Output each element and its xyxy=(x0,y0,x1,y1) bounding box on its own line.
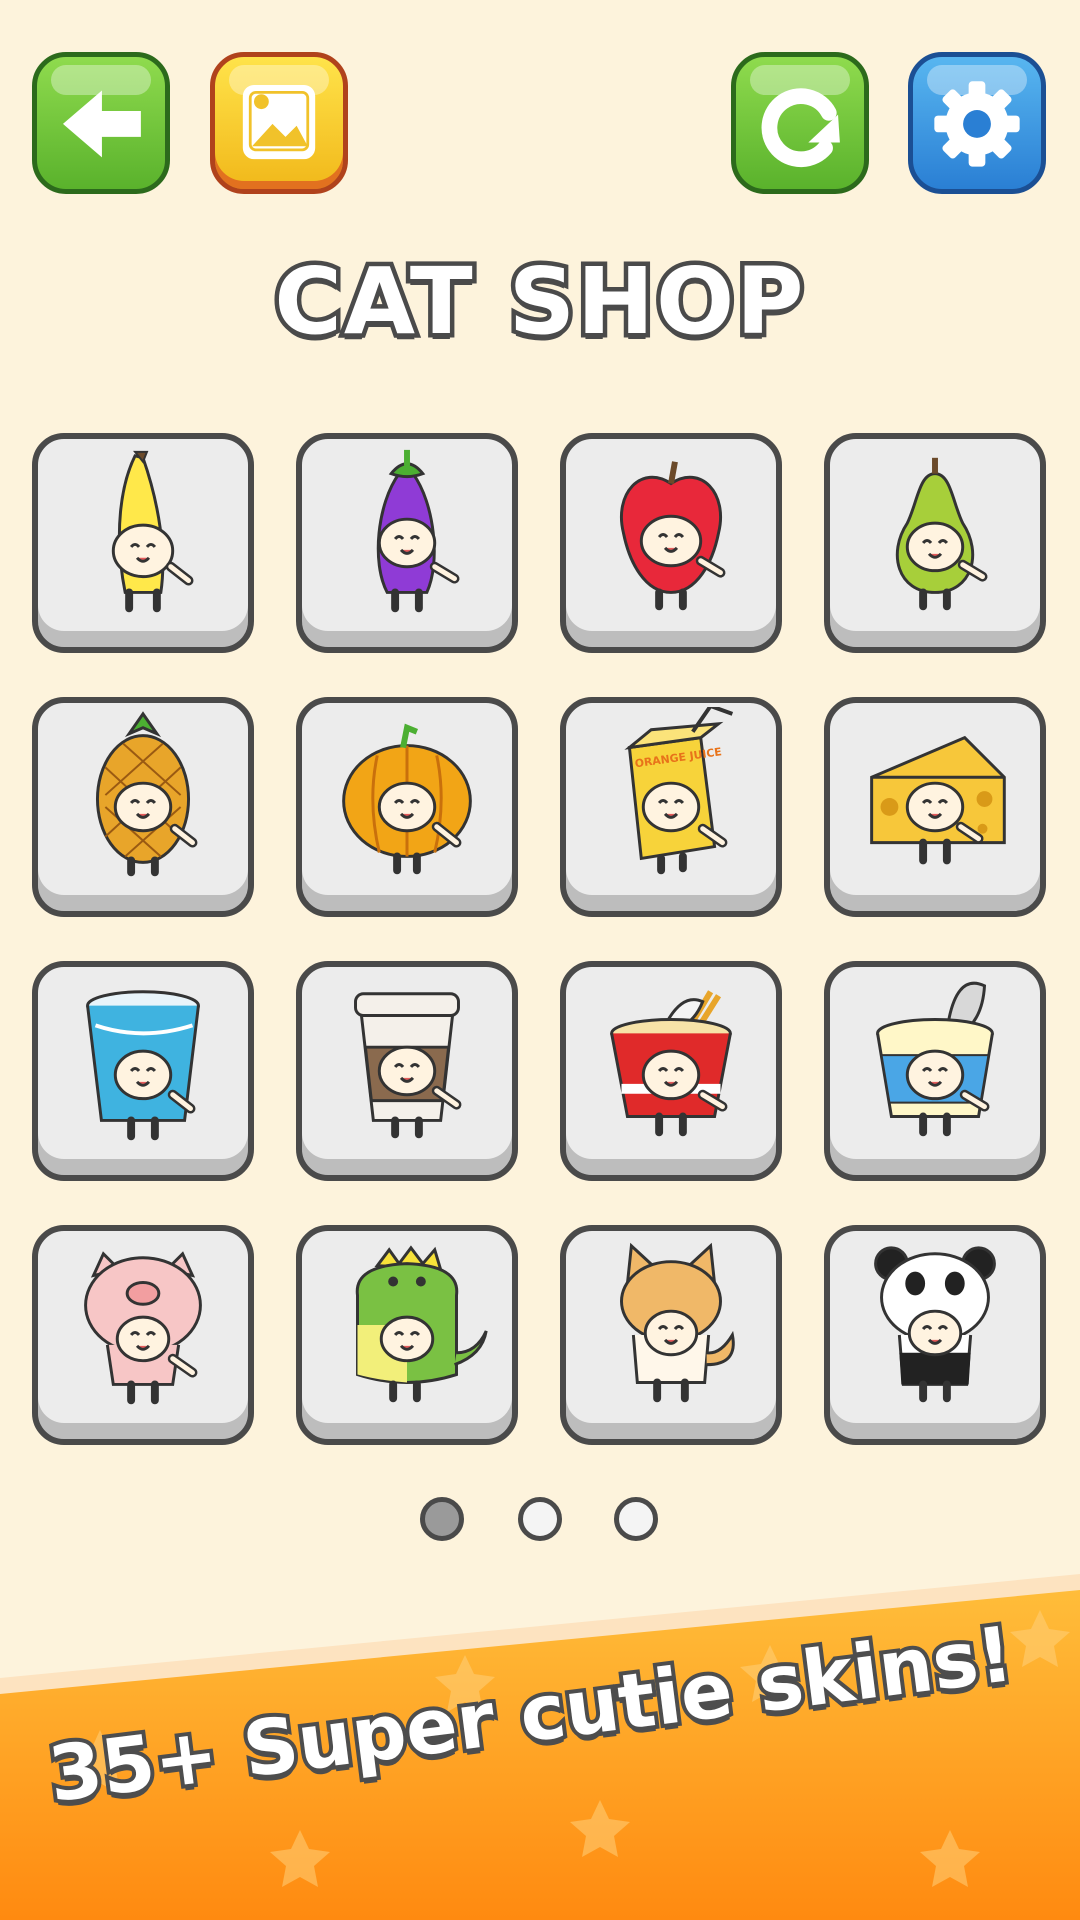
skin-tile-pear[interactable] xyxy=(824,433,1046,653)
soda-cup-cat-icon xyxy=(86,990,200,1141)
skin-tile-dragon[interactable] xyxy=(296,1225,518,1445)
shiba-cat-icon xyxy=(620,1242,735,1403)
skin-tile-pig[interactable] xyxy=(32,1225,254,1445)
pig-cat-icon xyxy=(84,1251,202,1405)
page-dot-1[interactable] xyxy=(420,1497,464,1541)
back-button[interactable] xyxy=(32,52,170,194)
apple-cat-icon xyxy=(620,461,726,611)
gear-icon xyxy=(934,81,1020,167)
pineapple-cat-icon xyxy=(95,711,198,877)
skin-tile-shiba[interactable] xyxy=(560,1225,782,1445)
page-dot-2[interactable] xyxy=(518,1497,562,1541)
pumpkin-cat-icon xyxy=(342,723,472,875)
panda-cat-icon xyxy=(874,1246,996,1403)
page-title: CAT SHOP xyxy=(270,244,808,360)
skin-tile-panda[interactable] xyxy=(824,1225,1046,1445)
reset-button[interactable] xyxy=(731,52,869,194)
cheese-cat-icon xyxy=(870,735,1006,865)
skin-tile-coffee-cup[interactable] xyxy=(296,961,518,1181)
eggplant-cat-icon xyxy=(376,449,460,613)
juice-box-cat-icon: ORANGE JUICE xyxy=(624,707,734,875)
banana-cat-icon xyxy=(111,450,194,613)
settings-button[interactable] xyxy=(908,52,1046,194)
skin-tile-pumpkin[interactable] xyxy=(296,697,518,917)
gallery-button[interactable] xyxy=(210,52,348,194)
refresh-icon xyxy=(761,88,840,168)
coffee-cup-cat-icon xyxy=(354,992,462,1139)
skin-tile-soda-cup[interactable] xyxy=(32,961,254,1181)
skin-tile-pineapple[interactable] xyxy=(32,697,254,917)
arrow-left-icon xyxy=(62,90,141,158)
yogurt-cup-cat-icon xyxy=(876,981,994,1137)
pear-cat-icon xyxy=(895,457,988,611)
image-gallery-icon xyxy=(242,84,316,160)
skin-tile-eggplant[interactable] xyxy=(296,433,518,653)
skin-tile-orange-juice[interactable]: ORANGE JUICE xyxy=(560,697,782,917)
skin-tile-noodle-cup[interactable] xyxy=(560,961,782,1181)
skin-tile-yogurt[interactable] xyxy=(824,961,1046,1181)
page-dot-3[interactable] xyxy=(614,1497,658,1541)
skin-tile-banana[interactable] xyxy=(32,433,254,653)
noodle-cup-cat-icon xyxy=(610,990,732,1137)
skin-tile-apple[interactable] xyxy=(560,433,782,653)
skin-tile-cheese[interactable] xyxy=(824,697,1046,917)
dragon-cat-icon xyxy=(355,1245,488,1403)
